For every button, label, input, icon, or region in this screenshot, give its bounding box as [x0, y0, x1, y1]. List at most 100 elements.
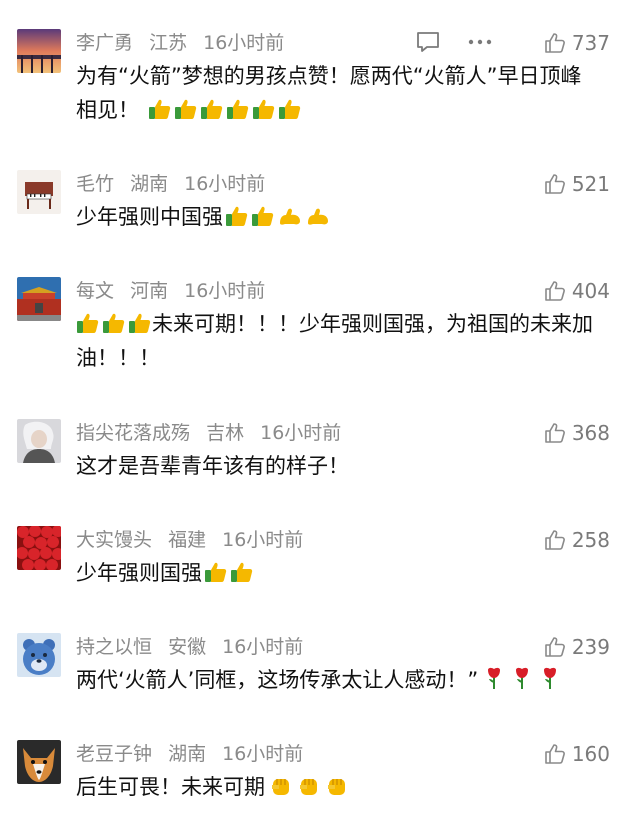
like-count: 368: [571, 421, 610, 445]
region: 湖南: [130, 173, 169, 195]
region: 吉林: [206, 422, 245, 444]
thumbs-up-icon: [226, 206, 248, 226]
comment-meta: 每文 河南 16小时前: [76, 279, 275, 303]
thumbs-up-icon: [545, 637, 565, 657]
avatar-image: [17, 277, 61, 321]
region: 安徽: [168, 636, 207, 658]
comment-meta: 老豆子钟 湖南 16小时前: [76, 742, 313, 766]
like-button[interactable]: 737: [544, 29, 610, 57]
comment-meta: 持之以恒 安徽 16小时前: [76, 635, 313, 659]
comment-text-content: 未来可期！！！少年强则国强，为祖国的未来加油！！！: [76, 312, 593, 370]
like-count: 160: [571, 742, 610, 766]
thumbs-up-icon: [545, 744, 565, 764]
avatar[interactable]: [17, 277, 61, 321]
thumbs-up-icon: [200, 99, 222, 119]
comment-text: 未来可期！！！少年强则国强，为祖国的未来加油！！！: [76, 307, 596, 375]
fist-icon: [328, 779, 345, 795]
like-button[interactable]: 239: [544, 633, 610, 661]
comment-meta: 指尖花落成殇 吉林 16小时前: [76, 421, 351, 445]
avatar[interactable]: [17, 29, 61, 73]
avatar[interactable]: [17, 419, 61, 463]
username[interactable]: 每文: [76, 280, 114, 302]
thumbs-up-icon: [205, 562, 227, 582]
region: 湖南: [168, 743, 207, 765]
avatar[interactable]: [17, 526, 61, 570]
avatar[interactable]: [17, 170, 61, 214]
timestamp: 16小时前: [260, 422, 342, 444]
rose-icon: [544, 667, 557, 689]
avatar-image: [17, 419, 61, 463]
username[interactable]: 持之以恒: [76, 636, 152, 658]
flexed-biceps-icon: [280, 208, 300, 225]
thumbs-up-icon: [545, 423, 565, 443]
comment-text-content: 少年强则中国强: [76, 205, 223, 229]
avatar-image: [17, 633, 61, 677]
like-count: 404: [571, 279, 610, 303]
thumbs-up-icon: [545, 33, 565, 53]
comment-item: 每文 河南 16小时前 404 未来可期！！！少年强则国强，为祖国的未来加油！！…: [0, 277, 627, 387]
avatar-image: [17, 740, 61, 784]
comment-meta: 大实馒头 福建 16小时前: [76, 528, 313, 552]
timestamp: 16小时前: [184, 280, 266, 302]
comment-text-content: 两代‘火箭人’同框，这场传承太让人感动！”: [76, 668, 479, 692]
rose-icon: [488, 667, 501, 689]
comment-meta: 李广勇 江苏 16小时前: [76, 31, 294, 55]
comment-text: 这才是吾辈青年该有的样子！: [76, 449, 596, 483]
reply-icon[interactable]: [415, 29, 441, 55]
timestamp: 16小时前: [203, 32, 285, 54]
thumbs-up-icon: [103, 313, 125, 333]
thumbs-up-icon: [545, 174, 565, 194]
comment-item: 老豆子钟 湖南 16小时前 160 后生可畏！未来可期: [0, 740, 627, 810]
emoji-group: [139, 98, 302, 122]
like-count: 737: [571, 31, 610, 55]
username[interactable]: 毛竹: [76, 173, 114, 195]
timestamp: 16小时前: [184, 173, 266, 195]
comment-text-content: 后生可畏！未来可期: [76, 775, 265, 799]
comment-text: 两代‘火箭人’同框，这场传承太让人感动！”: [76, 663, 596, 697]
comment-text: 为有“火箭”梦想的男孩点赞！愿两代“火箭人”早日顶峰相见！: [76, 59, 596, 127]
region: 江苏: [149, 32, 188, 54]
username[interactable]: 指尖花落成殇: [76, 422, 190, 444]
fist-icon: [272, 779, 289, 795]
comment-item: 李广勇 江苏 16小时前 737 为有“火箭”梦想的男孩点赞！愿两代“火箭人”早…: [0, 29, 627, 139]
like-button[interactable]: 258: [544, 526, 610, 554]
comment-text-content: 这才是吾辈青年该有的样子！: [76, 454, 349, 478]
thumbs-up-icon: [278, 99, 300, 119]
comment-text: 后生可畏！未来可期: [76, 770, 596, 804]
like-button[interactable]: 160: [544, 740, 610, 768]
comment-text: 少年强则中国强: [76, 200, 596, 234]
avatar-image: [17, 526, 61, 570]
comment-text: 少年强则国强: [76, 556, 596, 590]
thumbs-up-icon: [252, 99, 274, 119]
thumbs-up-icon: [252, 206, 274, 226]
timestamp: 16小时前: [222, 636, 304, 658]
thumbs-up-icon: [231, 562, 253, 582]
username[interactable]: 老豆子钟: [76, 743, 152, 765]
like-button[interactable]: 521: [544, 170, 610, 198]
timestamp: 16小时前: [222, 743, 304, 765]
username[interactable]: 大实馒头: [76, 529, 152, 551]
comment-text-content: 少年强则国强: [76, 561, 202, 585]
avatar[interactable]: [17, 633, 61, 677]
username[interactable]: 李广勇: [76, 32, 133, 54]
like-button[interactable]: 404: [544, 277, 610, 305]
thumbs-up-icon: [545, 530, 565, 550]
avatar-image: [17, 170, 61, 214]
comment-item: 大实馒头 福建 16小时前 258 少年强则国强: [0, 526, 627, 596]
like-count: 258: [571, 528, 610, 552]
avatar[interactable]: [17, 740, 61, 784]
comment-meta: 毛竹 湖南 16小时前: [76, 172, 275, 196]
thumbs-up-icon: [174, 99, 196, 119]
fist-icon: [300, 779, 317, 795]
thumbs-up-icon: [148, 99, 170, 119]
thumbs-up-icon: [77, 313, 99, 333]
avatar-image: [17, 29, 61, 73]
thumbs-up-icon: [129, 313, 151, 333]
region: 河南: [130, 280, 169, 302]
like-count: 239: [571, 635, 610, 659]
more-icon[interactable]: [468, 39, 492, 45]
like-count: 521: [571, 172, 610, 196]
thumbs-up-icon: [226, 99, 248, 119]
like-button[interactable]: 368: [544, 419, 610, 447]
comment-item: 毛竹 湖南 16小时前 521 少年强则中国强: [0, 170, 627, 240]
